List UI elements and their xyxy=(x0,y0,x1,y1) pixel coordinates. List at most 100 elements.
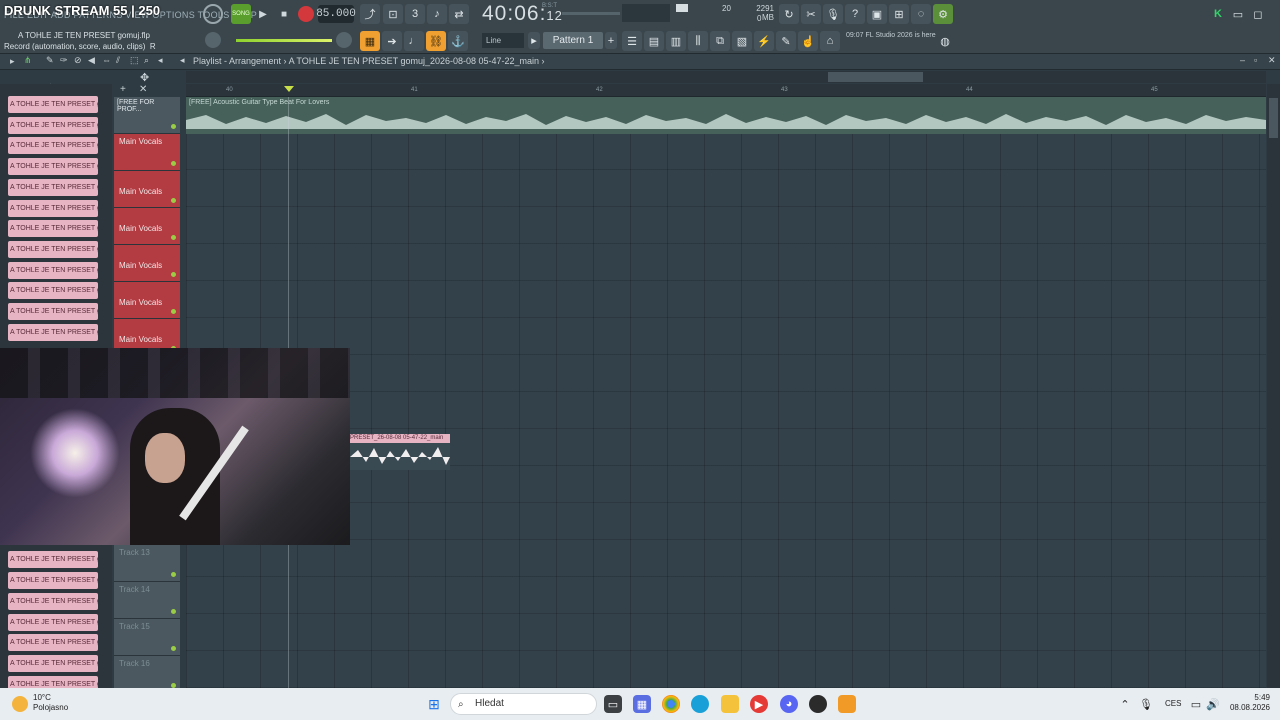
magnet-icon[interactable]: ⋔ xyxy=(24,55,32,66)
draw-tool-icon[interactable]: ✎ xyxy=(46,55,54,66)
pitch-knob-icon[interactable] xyxy=(336,32,352,48)
master-volume-slider[interactable] xyxy=(562,12,620,15)
snap-selector[interactable]: Line xyxy=(482,33,524,48)
store-icon[interactable]: ⌂ xyxy=(820,31,840,51)
touch-icon[interactable]: ☝ xyxy=(798,31,818,51)
master-volume-fader[interactable] xyxy=(236,39,332,42)
undo-history-icon[interactable]: ↻ xyxy=(779,4,799,24)
chrome-icon[interactable] xyxy=(662,695,680,713)
audio-clip-guitar[interactable]: [FREE] Acoustic Guitar Type Beat For Lov… xyxy=(186,97,1266,134)
store-app-icon[interactable]: ▦ xyxy=(633,695,651,713)
edge-icon[interactable] xyxy=(691,695,709,713)
master-pitch-slider[interactable] xyxy=(622,4,670,22)
tray-overflow-icon[interactable]: ⌃ xyxy=(1116,695,1134,713)
zoom-tool-icon[interactable]: ⌕ xyxy=(144,55,149,66)
stop-button[interactable]: ■ xyxy=(276,6,292,22)
chat-icon[interactable]: ◌ xyxy=(911,4,931,24)
select-tool-icon[interactable]: ⬚ xyxy=(130,55,139,66)
track-mute-led[interactable] xyxy=(171,646,176,651)
piano-roll-window-icon[interactable]: ▥ xyxy=(666,31,686,51)
task-view-icon[interactable]: ▭ xyxy=(604,695,622,713)
brush-icon[interactable]: ♩ xyxy=(404,31,424,51)
stamp-icon[interactable]: ⚓ xyxy=(448,31,468,51)
audio-clip-recorded[interactable]: PRESET_26-08-08 05-47-22_main xyxy=(350,434,450,470)
browser-icon[interactable]: ⧉ xyxy=(710,31,730,51)
track-header-vocals[interactable]: Main Vocals xyxy=(114,171,180,208)
track-mute-led[interactable] xyxy=(171,124,176,129)
pattern-prev-icon[interactable]: ▸ xyxy=(528,32,540,49)
slip-tool-icon[interactable]: ⇔ xyxy=(102,55,111,65)
picker-pattern-item[interactable]: A TOHLE JE TEN PRESET g xyxy=(8,137,98,155)
playlist-maximize-icon[interactable]: ▫ xyxy=(1254,55,1257,65)
discord-icon[interactable]: ◕ xyxy=(780,695,798,713)
channel-rack-icon[interactable]: ▤ xyxy=(644,31,664,51)
weather-widget[interactable]: 10°C Polojasno xyxy=(33,693,68,713)
horizontal-scroll-thumb[interactable] xyxy=(828,72,923,82)
track-header-vocals[interactable]: Main Vocals xyxy=(114,208,180,245)
cut-tools-icon[interactable]: ✂ xyxy=(801,4,821,24)
picker-pattern-item[interactable]: A TOHLE JE TEN PRESET g xyxy=(8,323,98,341)
plugin-icon[interactable]: ⚡ xyxy=(754,31,774,51)
picker-pattern-item[interactable]: A TOHLE JE TEN PRESET g xyxy=(8,572,98,590)
picker-pattern-item[interactable]: A TOHLE JE TEN PRESET g xyxy=(8,178,98,196)
track-mute-led[interactable] xyxy=(171,235,176,240)
mute-tool-icon[interactable]: ◀ xyxy=(88,55,95,66)
playback-tool-icon[interactable]: ◂ xyxy=(158,55,163,66)
blend-notes-icon[interactable]: ⇄ xyxy=(449,4,469,24)
track-header-vocals[interactable]: Main Vocals xyxy=(114,282,180,319)
media-app-icon[interactable]: ▶ xyxy=(750,695,768,713)
picker-pattern-item[interactable]: A TOHLE JE TEN PRESET g xyxy=(8,282,98,300)
project-icon[interactable]: ▧ xyxy=(732,31,752,51)
edison-icon[interactable]: ✎ xyxy=(776,31,796,51)
input-language[interactable]: CES xyxy=(1165,699,1181,708)
track-header-empty[interactable]: Track 14 xyxy=(114,582,180,619)
loop-record-icon[interactable]: ⊡ xyxy=(383,4,403,24)
picker-pattern-item[interactable]: A TOHLE JE TEN PRESET g xyxy=(8,240,98,258)
track-mute-led[interactable] xyxy=(171,609,176,614)
track-header-audio[interactable]: [FREE FOR PROF... xyxy=(114,97,180,134)
k-logo-icon[interactable]: K xyxy=(1208,4,1228,24)
picker-pattern-item[interactable]: A TOHLE JE TEN PRESET g xyxy=(8,303,98,320)
vertical-scrollbar[interactable] xyxy=(1267,84,1280,688)
tray-mic-icon[interactable]: 🎙 xyxy=(1137,695,1155,713)
horizontal-scrollbar[interactable] xyxy=(186,71,1266,83)
pattern-selector[interactable]: Pattern 1 xyxy=(543,32,603,49)
master-knob-icon[interactable] xyxy=(205,32,221,48)
system-clock[interactable]: 5:49 08.08.2026 xyxy=(1226,693,1270,713)
song-mode-toggle[interactable]: SONG xyxy=(231,4,251,24)
file-explorer-icon[interactable] xyxy=(721,695,739,713)
fl-studio-icon[interactable] xyxy=(838,695,856,713)
weather-icon[interactable] xyxy=(12,696,28,712)
typing-keyboard-icon[interactable]: ⤴ xyxy=(360,4,380,24)
tempo-display[interactable]: 85.000 xyxy=(316,5,356,23)
midi-keyboard-icon[interactable]: ♪ xyxy=(427,4,447,24)
track-header-vocals[interactable]: Main Vocals xyxy=(114,245,180,282)
picker-pattern-item[interactable]: A TOHLE JE TEN PRESET g xyxy=(8,96,98,113)
playlist-close-icon[interactable]: ✕ xyxy=(1268,55,1276,66)
track-mute-led[interactable] xyxy=(171,309,176,314)
picker-pattern-item[interactable]: A TOHLE JE TEN PRESET g xyxy=(8,116,98,134)
network-icon[interactable]: ▭ xyxy=(1187,695,1205,713)
slice-tool-icon[interactable]: ⫽ xyxy=(116,55,120,66)
playlist-icon[interactable]: ☰ xyxy=(622,31,642,51)
globe-icon[interactable]: ◍ xyxy=(935,31,955,51)
settings-icon[interactable]: ⚙ xyxy=(933,4,953,24)
track-header-empty[interactable]: Track 15 xyxy=(114,619,180,656)
picker-pattern-item[interactable]: A TOHLE JE TEN PRESET g xyxy=(8,654,98,672)
play-button[interactable]: ▶ xyxy=(255,6,271,22)
metronome-icon[interactable] xyxy=(203,4,223,24)
remove-track-icon[interactable]: ✕ xyxy=(139,84,147,95)
track-mute-led[interactable] xyxy=(171,198,176,203)
help-icon[interactable]: ? xyxy=(845,4,865,24)
picker-pattern-item[interactable]: A TOHLE JE TEN PRESET g xyxy=(8,613,98,631)
track-header-vocals[interactable]: Main Vocals xyxy=(114,134,180,171)
picker-pattern-item[interactable]: A TOHLE JE TEN PRESET g xyxy=(8,220,98,238)
add-track-icon[interactable]: + xyxy=(120,84,126,95)
taskbar-search[interactable]: Hledat xyxy=(450,693,597,715)
picker-pattern-item[interactable]: A TOHLE JE TEN PRESET g xyxy=(8,158,98,176)
mixer-window-icon[interactable]: ⫼ xyxy=(688,31,708,51)
playlist-options-icon[interactable]: ▸ xyxy=(10,56,15,67)
render-icon[interactable]: ▣ xyxy=(867,4,887,24)
picker-pattern-item[interactable]: A TOHLE JE TEN PRESET g xyxy=(8,634,98,652)
zoom-handle-icon[interactable]: ✥ xyxy=(140,71,149,84)
